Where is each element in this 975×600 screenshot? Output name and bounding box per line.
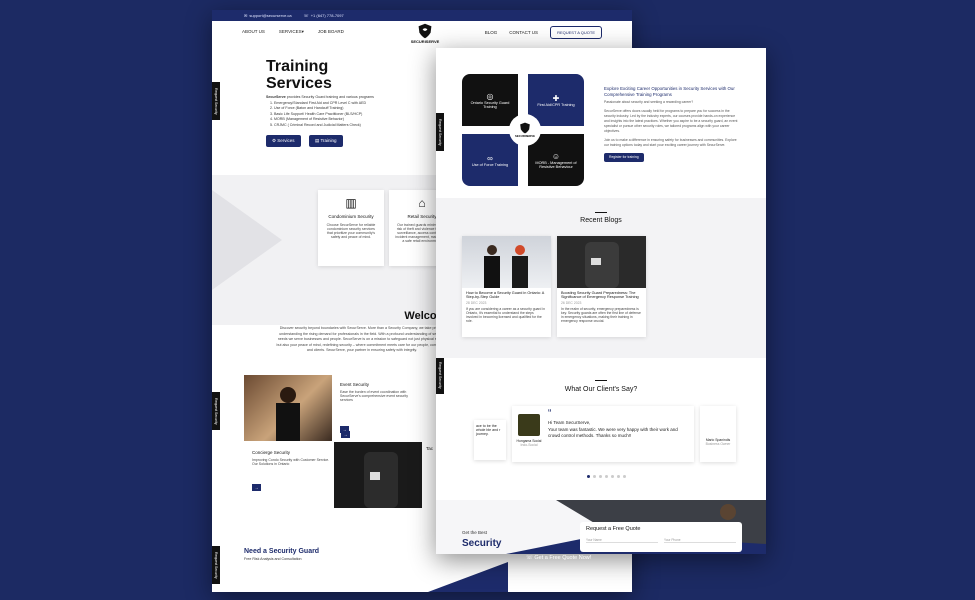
explore-text-2: Join us to make a difference in ensuring… <box>604 138 737 147</box>
blog-title[interactable]: Boosting Security Guard Preparedness: Th… <box>557 288 646 300</box>
training-list: Emergency/Standard First Aid and CPR Lev… <box>266 101 436 129</box>
card-text: Improving Condo Security with Customer S… <box>252 458 330 466</box>
globe-icon: ◎ <box>486 91 494 101</box>
concierge-security-card[interactable]: Concierge Security Improving Condo Secur… <box>248 446 334 508</box>
email-icon: ✉ <box>244 13 248 18</box>
logo-text: SECURISERVE <box>410 39 440 44</box>
need-guard-section: Need a Security Guard Free Risk Analysis… <box>244 548 319 561</box>
main-nav: ABOUT US SERVICES▾ JOB BOARD SECURISERVE… <box>212 21 632 44</box>
decor-triangle <box>212 190 282 290</box>
list-item: CRJMC ( Criminal Record and Judicial Mat… <box>274 123 436 129</box>
shield-icon <box>418 23 432 39</box>
nav-services[interactable]: SERVICES▾ <box>279 29 304 35</box>
topbar-phone[interactable]: +1 (647) 778-7097 <box>311 13 344 18</box>
register-button[interactable]: Register for training <box>604 153 644 162</box>
shield-icon <box>520 122 530 134</box>
arrow-right-icon[interactable]: → <box>341 431 350 438</box>
card-title: Condominium Security <box>328 214 374 219</box>
card-title: Event Security <box>340 382 370 387</box>
training-quadrants: ◎ Ontario Security Guard Training ✚ Firs… <box>462 74 590 186</box>
testimonial-card: Hungama Social Indo-Social “ Hi Team Secu… <box>512 406 694 462</box>
phone-icon: ☏ <box>303 13 309 18</box>
name-input[interactable]: Your Name <box>586 538 658 543</box>
security-text: Security <box>462 538 502 549</box>
center-badge: SECURISERVE <box>509 114 541 146</box>
get-best-text: Get the Best <box>462 530 488 535</box>
career-training-page: Request Security Request Security ◎ Onta… <box>436 48 766 554</box>
building-icon: ▥ <box>345 196 357 210</box>
blog-excerpt: If you are considering a career as a sec… <box>466 307 545 323</box>
quad-use-of-force[interactable]: ∞ Use of Force Training <box>462 134 518 186</box>
blog-title[interactable]: How to Become a Security Guard in Ontari… <box>462 288 551 300</box>
decor-navy-shape <box>428 562 508 592</box>
explore-title: Explore Exciting Career Opportunities in… <box>604 86 735 97</box>
carousel-dots[interactable] <box>587 475 626 478</box>
services-button[interactable]: ⚙ Services <box>266 134 301 147</box>
guard-photo <box>585 242 619 288</box>
training-button[interactable]: ▤ Training <box>309 134 343 147</box>
nav-job-board[interactable]: JOB BOARD <box>318 29 344 35</box>
chevron-down-icon: ▾ <box>301 29 304 34</box>
form-title: Request a Free Quote <box>586 526 641 532</box>
quote-form: Request a Free Quote Your Name Your Phon… <box>580 522 742 552</box>
card-text: Choose SecurServe for reliable condomini… <box>326 223 376 239</box>
people-icon: ☺ <box>551 151 561 161</box>
need-title: Need a Security Guard <box>244 548 320 555</box>
request-security-tab[interactable]: Request Security <box>212 546 220 584</box>
blog-image <box>462 236 551 288</box>
hero-section: Training Services SecurServe provides Sec… <box>266 58 436 147</box>
concierge-security-photo <box>334 442 422 508</box>
explore-text-1: SecurServe offers doors usually held for… <box>604 109 738 133</box>
blog-image <box>557 236 646 288</box>
testimonial-card-prev: ace to be the whole ble and r journey. <box>474 420 506 460</box>
topbar-email[interactable]: support@securserve.ca <box>249 13 291 18</box>
blog-card[interactable]: How to Become a Security Guard in Ontari… <box>462 236 551 337</box>
page-title: Training Services <box>266 58 332 92</box>
recent-blogs-title: Recent Blogs <box>580 217 622 224</box>
card-text: Ease the burden of event coordination wi… <box>340 390 408 402</box>
service-card[interactable]: ▥ Condominium Security Choose SecurServe… <box>318 190 384 266</box>
logo[interactable]: SECURISERVE <box>408 23 442 44</box>
guards-photo <box>484 245 528 288</box>
divider <box>595 380 607 381</box>
blog-excerpt: In the realm of security, emergency prep… <box>561 307 641 323</box>
explore-subtitle: Passionate about security and seeking a … <box>604 100 694 104</box>
request-security-tab[interactable]: Request Security <box>212 82 220 120</box>
request-security-tab[interactable]: Request Security <box>212 392 220 430</box>
medical-icon: ✚ <box>552 93 560 103</box>
need-subtitle: Free Risk Analysis and Consultation <box>244 557 302 561</box>
phone-input[interactable]: Your Phone <box>664 538 736 543</box>
top-contact-bar: ✉ support@securserve.ca ☏ +1 (647) 778-7… <box>212 10 632 21</box>
testimonial-card-next: Mario Spanindis Business Owner <box>700 406 736 462</box>
handcuffs-icon: ∞ <box>487 153 493 163</box>
explore-section: Explore Exciting Career Opportunities in… <box>604 86 739 162</box>
quad-morb[interactable]: ☺ MORB - Management of Resistive Behavio… <box>528 134 584 186</box>
testimonials-title: What Our Client's Say? <box>564 386 638 393</box>
free-quote-cta[interactable]: ☏ Get a Free Quote Now! <box>526 555 591 561</box>
welcome-text: Discover security beyond boundaries with… <box>276 326 448 353</box>
event-security-photo <box>244 375 332 441</box>
avatar <box>518 414 540 436</box>
divider <box>595 212 607 213</box>
quote-icon: “ <box>548 408 552 419</box>
blog-card[interactable]: Boosting Security Guard Preparedness: Th… <box>557 236 646 337</box>
quad-guard-training[interactable]: ◎ Ontario Security Guard Training <box>462 74 518 126</box>
card-title: Concierge Security <box>252 450 291 455</box>
request-security-tab[interactable]: Request Security <box>436 113 444 151</box>
arrow-right-icon[interactable]: → <box>252 484 261 491</box>
guard-photo <box>276 387 300 441</box>
testimonial-text: Hi Team SecurServe, Your team was fantast… <box>548 420 678 438</box>
nav-blog[interactable]: BLOG <box>485 30 498 35</box>
client-name: Hungama Social Indo-Social <box>516 439 542 447</box>
nav-contact[interactable]: CONTACT US <box>509 30 538 35</box>
footer-cta: Get the Best Security Request a Free Quo… <box>436 500 766 554</box>
request-quote-button[interactable]: REQUEST A QUOTE <box>550 25 602 39</box>
nav-about[interactable]: ABOUT US <box>242 29 265 35</box>
guard-photo <box>364 452 398 508</box>
